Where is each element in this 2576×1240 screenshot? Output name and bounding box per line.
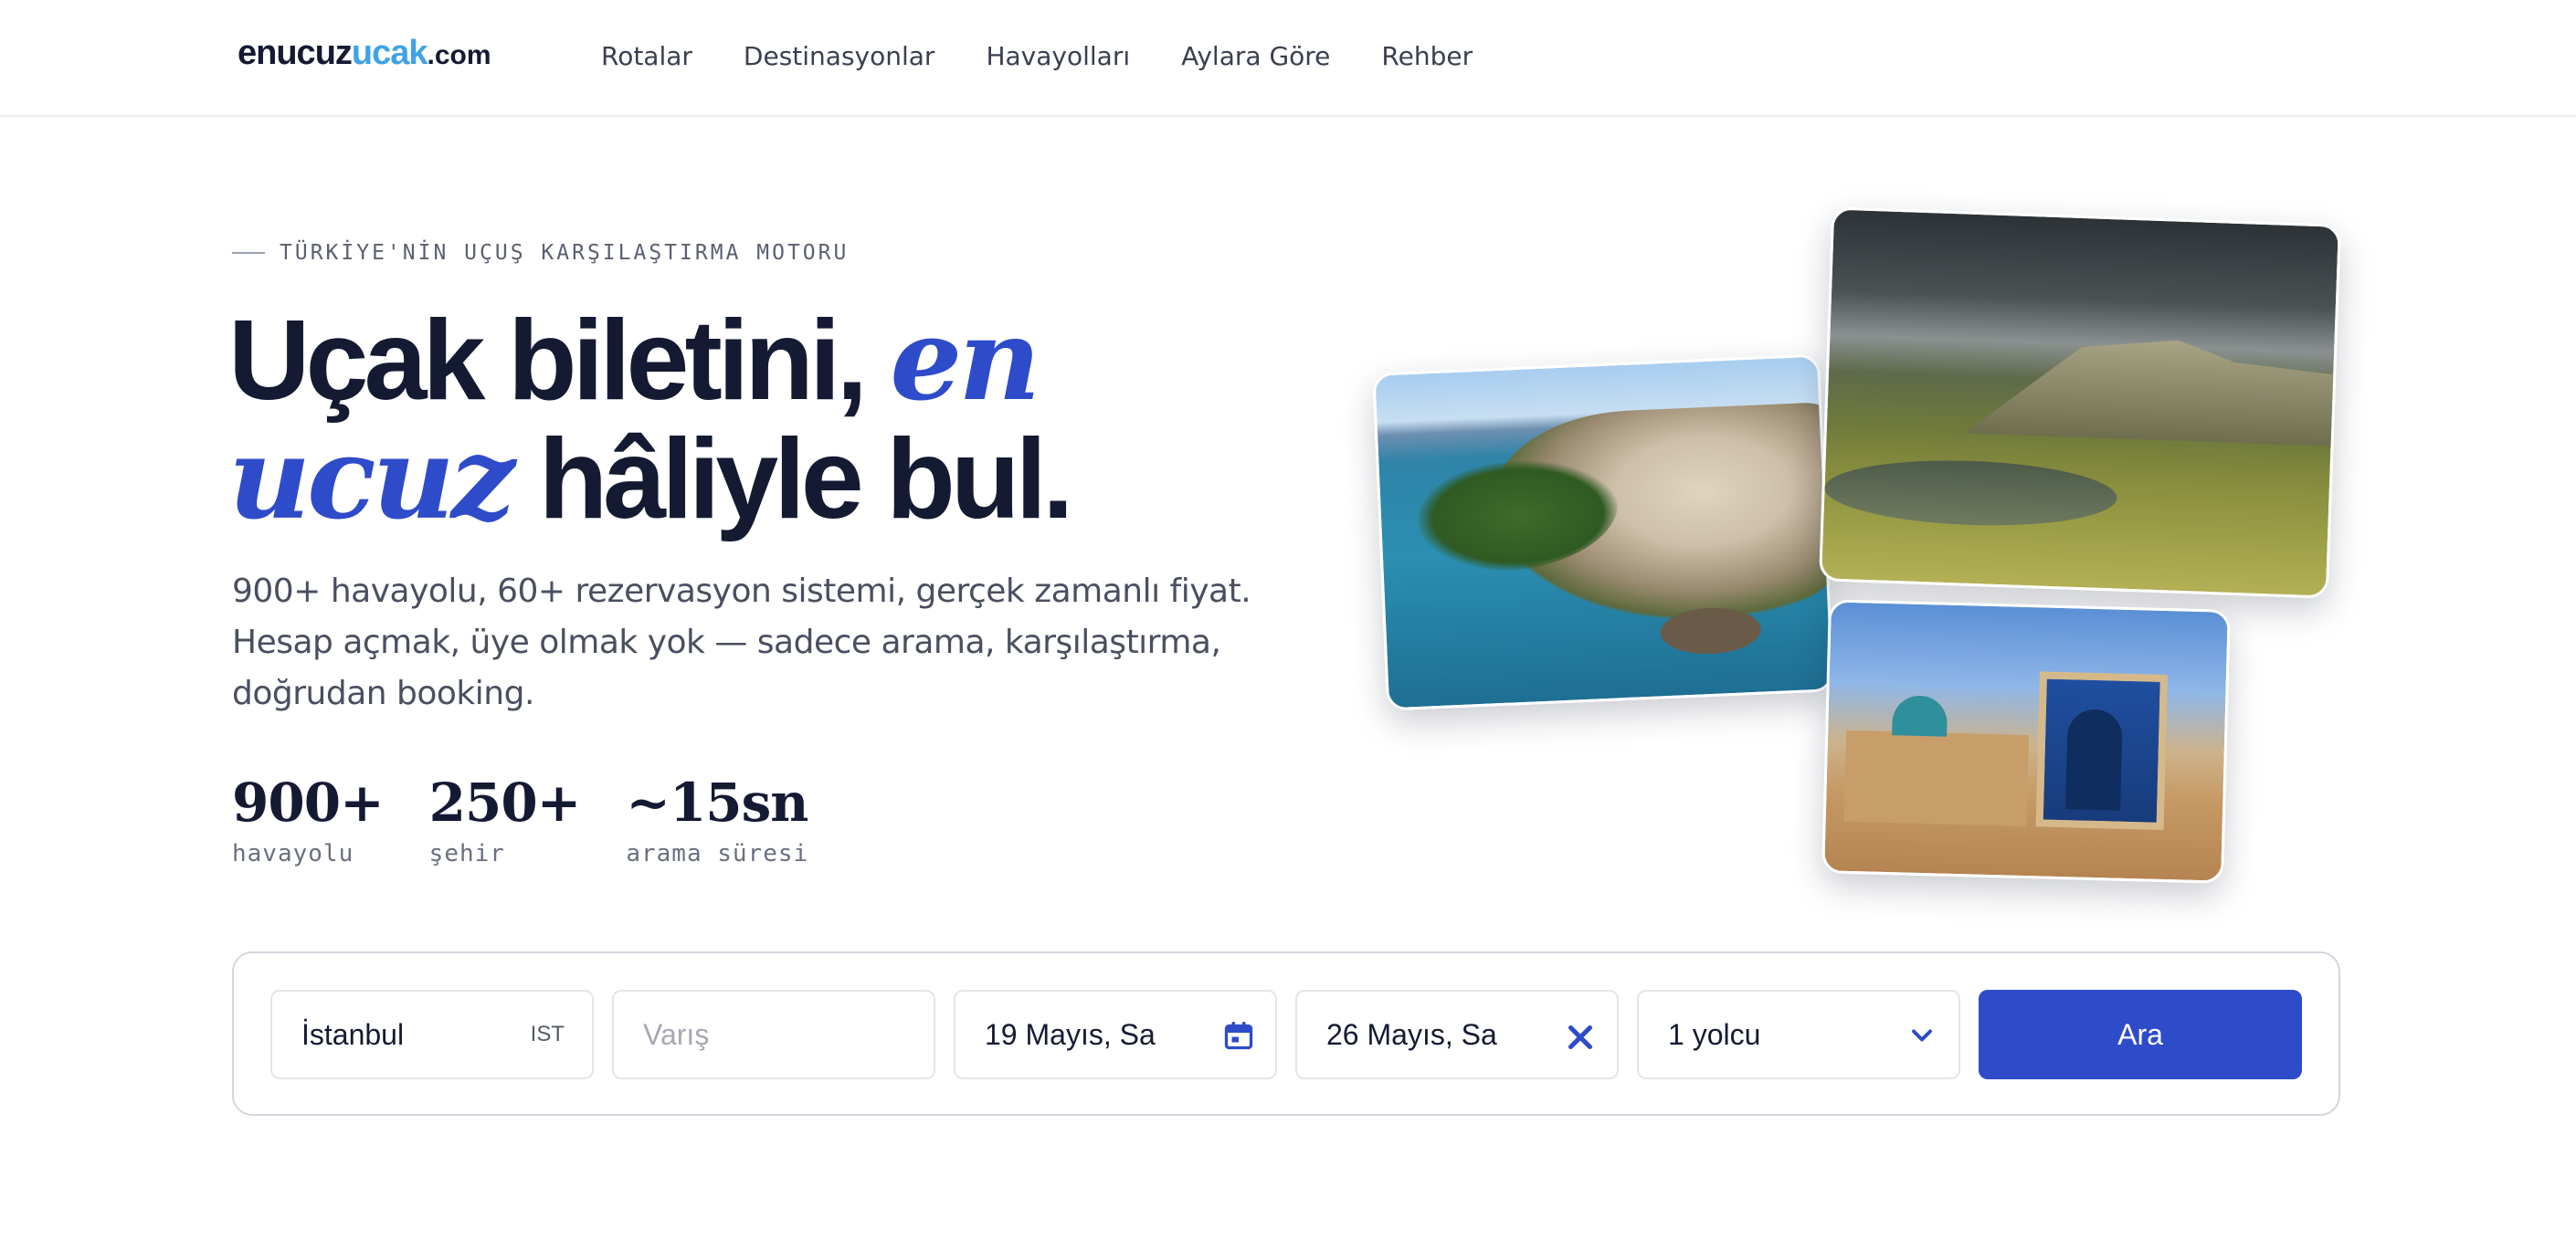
passengers-value: 1 yolcu: [1668, 1017, 1761, 1051]
stat-cities: 250+ şehir: [428, 772, 582, 867]
nav-item-destinasyonlar[interactable]: Destinasyonlar: [744, 38, 935, 75]
headline-accent2: ucuz: [228, 413, 515, 545]
calendar-icon[interactable]: [1222, 1019, 1255, 1052]
hero-stats: 900+ havayolu 250+ şehir ~15sn arama sür…: [232, 772, 808, 867]
destination-field[interactable]: Varış: [612, 990, 935, 1079]
depart-date-value: 19 Mayıs, Sa: [985, 1017, 1156, 1051]
nav-item-aylara-gore[interactable]: Aylara Göre: [1181, 38, 1330, 75]
stat-label: şehir: [428, 840, 505, 867]
logo-text-part1: enucuz: [238, 34, 353, 72]
depart-date-field[interactable]: 19 Mayıs, Sa: [954, 990, 1277, 1079]
mountain-lake: [1823, 456, 2118, 531]
return-date-value: 26 Mayıs, Sa: [1326, 1017, 1497, 1051]
stat-label: arama süresi: [626, 840, 809, 867]
stat-value: 250+: [428, 772, 582, 834]
eyebrow-text: TÜRKİYE'NİN UÇUŞ KARŞILAŞTIRMA MOTORU: [280, 241, 850, 265]
passengers-select[interactable]: 1 yolcu: [1637, 990, 1960, 1079]
search-button[interactable]: Ara: [1979, 990, 2302, 1079]
stat-label: havayolu: [232, 840, 354, 867]
headline-part1: Uçak biletini,: [228, 298, 891, 424]
logo-text-part3: .com: [427, 40, 491, 70]
nav-item-rotalar[interactable]: Rotalar: [601, 38, 692, 75]
headline-accent1: en: [890, 294, 1040, 426]
main-nav: Rotalar Destinasyonlar Havayolları Aylar…: [601, 38, 1473, 75]
hero-subtext: 900+ havayolu, 60+ rezervasyon sistemi, …: [232, 573, 1251, 712]
chevron-down-icon: [1912, 1029, 1932, 1042]
stat-value: ~15sn: [626, 772, 808, 834]
site-logo[interactable]: enucuzucak.com: [238, 31, 491, 78]
origin-value: İstanbul: [301, 1017, 405, 1051]
stat-search-time: ~15sn arama süresi: [626, 772, 808, 867]
return-date-field[interactable]: 26 Mayıs, Sa: [1295, 990, 1619, 1079]
close-icon[interactable]: [1564, 1021, 1597, 1054]
headline-part2: hâliyle bul.: [512, 416, 1074, 542]
site-header: enucuzucak.com Rotalar Destinasyonlar Ha…: [0, 0, 2576, 117]
mosque-wall: [1843, 730, 2030, 827]
mosque-dome: [1892, 695, 1948, 737]
nav-item-havayollari[interactable]: Havayolları: [986, 38, 1130, 75]
hero-headline: Uçak biletini, en ucuz hâliyle bul.: [228, 298, 1325, 542]
logo-text-part2: ucak: [351, 34, 428, 72]
origin-airport-code: IST: [530, 1022, 565, 1046]
eyebrow-dash: [232, 252, 265, 254]
stat-value: 900+: [232, 772, 385, 834]
destination-photo-mountain: [1819, 206, 2341, 599]
stat-airlines: 900+ havayolu: [232, 772, 385, 867]
hero-eyebrow: TÜRKİYE'NİN UÇUŞ KARŞILAŞTIRMA MOTORU: [232, 241, 849, 265]
destination-placeholder: Varış: [643, 1017, 710, 1051]
mountain-ridge: [1964, 333, 2341, 447]
origin-field[interactable]: İstanbul IST: [270, 990, 594, 1079]
mosque-arch: [2065, 709, 2123, 811]
nav-item-rehber[interactable]: Rehber: [1381, 38, 1473, 75]
flight-search-form: İstanbul IST Varış 19 Mayıs, Sa 26 Mayıs…: [232, 951, 2340, 1116]
destination-photo-mosque: [1821, 599, 2231, 884]
destination-photo-coast: [1372, 353, 1834, 711]
